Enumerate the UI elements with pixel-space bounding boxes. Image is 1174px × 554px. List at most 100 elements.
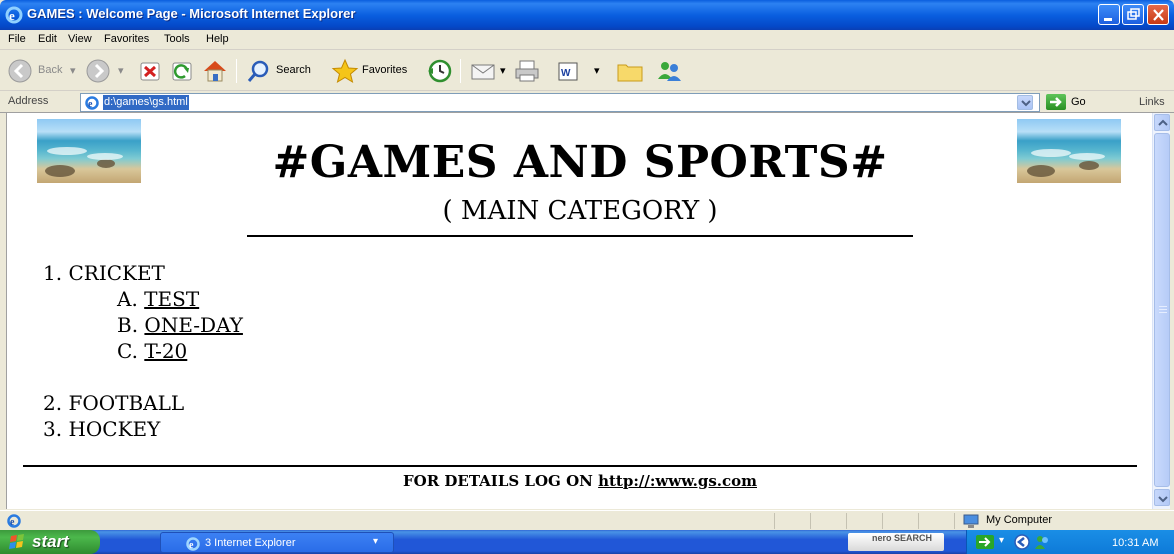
nero-search-label: nero SEARCH xyxy=(872,533,933,543)
window-title: GAMES : Welcome Page - Microsoft Interne… xyxy=(27,6,356,21)
back-icon[interactable] xyxy=(6,57,34,85)
list-item-cricket: 1. CRICKET xyxy=(43,261,165,285)
footer-divider xyxy=(23,465,1137,467)
scroll-thumb[interactable] xyxy=(1154,133,1170,487)
start-label[interactable]: start xyxy=(32,532,69,552)
website-link[interactable]: http://:www.gs.com xyxy=(598,472,757,490)
list-number: 3. xyxy=(43,417,63,441)
forward-icon[interactable] xyxy=(84,57,112,85)
favorites-star-icon[interactable] xyxy=(330,57,360,85)
close-icon xyxy=(1153,9,1164,21)
ie-icon: e xyxy=(85,96,99,110)
back-dropdown-arrow[interactable]: ▾ xyxy=(70,64,76,77)
title-bar[interactable]: e GAMES : Welcome Page - Microsoft Inter… xyxy=(0,0,1174,30)
messenger-icon[interactable] xyxy=(1033,533,1051,551)
go-label[interactable]: Go xyxy=(1071,96,1086,108)
footer-prefix: FOR DETAILS LOG ON xyxy=(402,472,593,490)
scroll-down-button[interactable] xyxy=(1154,489,1170,506)
maximize-button[interactable] xyxy=(1122,4,1144,25)
back-label[interactable]: Back xyxy=(38,64,62,76)
messenger-icon[interactable] xyxy=(654,57,684,85)
list-number: 1. xyxy=(43,261,63,285)
forward-dropdown-arrow[interactable]: ▾ xyxy=(118,64,124,77)
word-icon[interactable]: W xyxy=(554,57,584,85)
taskbar: start e ▾ 3 Internet Explorer nero SEARC… xyxy=(0,530,1174,554)
minimize-button[interactable] xyxy=(1098,4,1120,25)
history-icon[interactable] xyxy=(424,57,454,85)
folder-icon[interactable] xyxy=(614,57,646,85)
start-button[interactable]: start xyxy=(0,530,100,554)
list-label: CRICKET xyxy=(68,261,165,285)
computer-icon xyxy=(963,514,979,528)
home-icon[interactable] xyxy=(200,57,230,85)
status-bar: e My Computer xyxy=(0,510,1174,530)
mail-icon[interactable] xyxy=(468,57,498,85)
footer-text: FOR DETAILS LOG ON http://:www.gs.com xyxy=(7,472,1152,490)
close-button[interactable] xyxy=(1147,4,1169,25)
favorites-label[interactable]: Favorites xyxy=(362,64,407,76)
go-button[interactable] xyxy=(1046,94,1066,110)
back-circle-icon[interactable] xyxy=(1013,533,1031,551)
svg-text:e: e xyxy=(9,8,15,23)
ie-icon: e xyxy=(5,6,23,24)
menu-view[interactable]: View xyxy=(68,33,92,45)
ie-window: e GAMES : Welcome Page - Microsoft Inter… xyxy=(0,0,1174,554)
menu-favorites[interactable]: Favorites xyxy=(104,33,149,45)
menu-bar: File Edit View Favorites Tools Help xyxy=(0,30,1174,78)
refresh-icon[interactable] xyxy=(168,57,196,85)
sublist-letter: B. xyxy=(117,313,139,337)
one-day-link[interactable]: ONE-DAY xyxy=(144,313,243,337)
tray-dropdown-arrow[interactable]: ▾ xyxy=(999,535,1004,546)
clock: 10:31 AM xyxy=(1112,537,1159,549)
address-bar: Address e d:\games\gs.html Go Links xyxy=(0,92,1174,113)
address-value[interactable]: d:\games\gs.html xyxy=(103,95,189,110)
print-icon[interactable] xyxy=(512,57,542,85)
standard-toolbar: Back ▾ ▾ Search Favorites ▾ W ▾ xyxy=(0,51,1174,91)
list-number: 2. xyxy=(43,391,63,415)
taskbar-ie-label: 3 Internet Explorer xyxy=(205,537,296,549)
network-arrow-icon[interactable] xyxy=(975,534,995,550)
windows-flag-icon xyxy=(9,534,24,549)
edit-dropdown-arrow[interactable]: ▾ xyxy=(594,64,600,77)
list-label: FOOTBALL xyxy=(68,391,185,415)
mail-dropdown-arrow[interactable]: ▾ xyxy=(500,64,506,77)
list-item-hockey: 3. HOCKEY xyxy=(43,417,160,441)
vertical-scrollbar[interactable] xyxy=(1152,113,1170,509)
ie-icon: e xyxy=(186,537,200,551)
page-content: #GAMES AND SPORTS# ( MAIN CATEGORY ) 1. … xyxy=(6,113,1152,509)
sublist-item-t20: C. T-20 xyxy=(117,339,187,363)
menu-tools[interactable]: Tools xyxy=(164,33,190,45)
ie-icon: e xyxy=(7,514,21,528)
scroll-up-button[interactable] xyxy=(1154,114,1170,131)
address-label: Address xyxy=(8,95,49,107)
svg-text:e: e xyxy=(189,540,194,551)
t20-link[interactable]: T-20 xyxy=(144,339,187,363)
search-icon[interactable] xyxy=(244,57,274,85)
toolbar-separator xyxy=(460,59,461,83)
chevron-up-icon xyxy=(1158,119,1168,126)
chevron-down-icon xyxy=(1021,100,1031,107)
menu-help[interactable]: Help xyxy=(206,33,229,45)
page-subtitle: ( MAIN CATEGORY ) xyxy=(442,196,718,226)
search-label[interactable]: Search xyxy=(276,64,311,76)
svg-text:e: e xyxy=(88,99,93,110)
sublist-item-test: A. TEST xyxy=(117,287,199,311)
sublist-item-one-day: B. ONE-DAY xyxy=(117,313,243,337)
stop-icon[interactable] xyxy=(136,57,164,85)
links-label[interactable]: Links xyxy=(1139,96,1165,108)
security-zone-label: My Computer xyxy=(986,514,1053,526)
taskbar-dropdown-arrow[interactable]: ▾ xyxy=(373,536,378,547)
list-label: HOCKEY xyxy=(68,417,161,441)
address-dropdown-button[interactable] xyxy=(1017,95,1033,110)
test-link[interactable]: TEST xyxy=(144,287,199,311)
chevron-down-icon xyxy=(1158,496,1168,503)
sublist-letter: C. xyxy=(117,339,138,363)
list-item-football: 2. FOOTBALL xyxy=(43,391,184,415)
maximize-icon xyxy=(1127,8,1140,20)
toolbar-separator xyxy=(236,59,237,83)
svg-text:e: e xyxy=(10,517,15,528)
menu-edit[interactable]: Edit xyxy=(38,33,57,45)
heading-divider xyxy=(247,235,913,237)
address-input[interactable]: e d:\games\gs.html xyxy=(80,93,1040,112)
menu-file[interactable]: File xyxy=(8,33,26,45)
